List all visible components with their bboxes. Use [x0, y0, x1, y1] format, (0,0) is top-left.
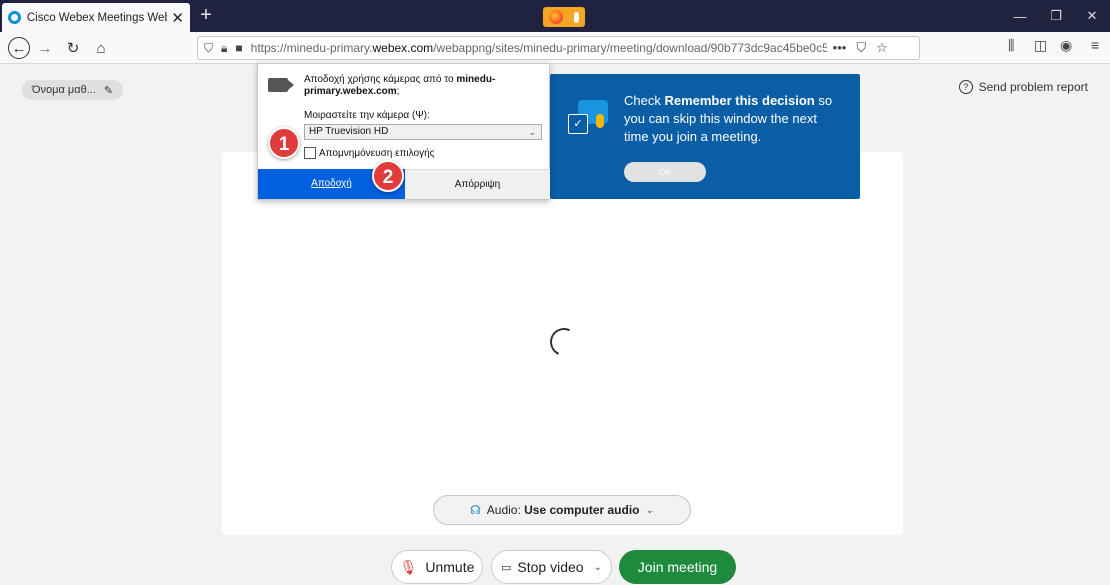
library-icon[interactable]: ⫼ [1008, 37, 1014, 54]
send-problem-report-link[interactable]: ? Send problem report [958, 80, 1088, 94]
join-meeting-button[interactable]: Join meeting [619, 550, 736, 584]
reject-button[interactable]: Απόρριψη [405, 169, 550, 199]
tip-ok-button[interactable]: OK [624, 162, 706, 182]
close-window-button[interactable]: ✕ [1074, 0, 1110, 32]
browser-tab-webex[interactable]: Cisco Webex Meetings Web Ap ✕ [2, 3, 190, 32]
video-camera-icon [268, 78, 288, 92]
video-camera-icon: ▭ [501, 561, 512, 574]
loading-spinner-icon [546, 324, 582, 360]
page-actions-icon[interactable]: ••• [833, 40, 847, 56]
lock-icon[interactable]: 🔒︎ [221, 41, 227, 56]
home-button[interactable]: ⌂ [90, 37, 112, 59]
audio-value: Use computer audio [524, 503, 640, 517]
report-label: Send problem report [978, 80, 1088, 94]
audio-selector[interactable]: ☊ Audio: Use computer audio ⌄ [433, 495, 691, 525]
url-bar[interactable]: ⛉ 🔒︎ ■ https://minedu-primary.webex.com/… [197, 36, 920, 60]
back-button[interactable]: ← [8, 37, 30, 59]
chevron-down-icon: ⌄ [645, 504, 654, 516]
pocket-icon[interactable]: ⛉ [856, 40, 866, 56]
audio-prefix: Audio: [486, 503, 521, 517]
sharing-indicator[interactable] [543, 7, 585, 27]
tab-title: Cisco Webex Meetings Web Ap [26, 11, 168, 24]
menu-icon[interactable]: ≡ [1091, 37, 1099, 53]
new-tab-button[interactable]: + [196, 4, 216, 26]
preview-card: ☊ Audio: Use computer audio ⌄ [222, 152, 903, 535]
camera-selected-value: HP Truevision HD [309, 126, 389, 137]
permission-tip-panel: ✓ Check Remember this decision so you ca… [550, 74, 860, 199]
share-camera-label: Μοιραστείτε την κάμερα (Ψ): [304, 110, 430, 121]
tip-text: Check Remember this decision so you can … [624, 93, 833, 144]
sidebar-icon[interactable]: ◫ [1034, 37, 1047, 54]
chevron-down-icon[interactable]: ⌄ [594, 562, 602, 573]
remember-decision-checkbox[interactable]: Απομνημόνευση επιλογής [304, 147, 434, 159]
bookmark-star-icon[interactable]: ☆ [876, 40, 888, 56]
headset-icon: ☊ [470, 503, 481, 517]
firefox-icon [548, 10, 563, 24]
url-text[interactable]: https://minedu-primary.webex.com/webappn… [251, 41, 827, 55]
forward-button[interactable]: → [34, 37, 56, 59]
pencil-icon[interactable]: ✎ [104, 84, 113, 97]
remember-label: Απομνημόνευση επιλογής [319, 147, 435, 159]
microphone-icon [574, 11, 580, 23]
checkbox-box[interactable] [304, 147, 316, 159]
minimize-button[interactable]: — [1002, 0, 1038, 32]
stop-video-label: Stop video [517, 559, 584, 575]
restore-button[interactable]: ❐ [1038, 0, 1074, 32]
meeting-name-pill[interactable]: Όνομα μαθ... ✎ [22, 80, 124, 100]
webex-favicon-icon [8, 11, 21, 24]
unmute-label: Unmute [425, 559, 475, 575]
shield-icon[interactable]: ⛉ [204, 41, 213, 56]
camera-permission-illustration-icon: ✓ [566, 96, 614, 144]
account-icon[interactable]: ◉ [1060, 37, 1072, 54]
camera-permission-icon[interactable]: ■ [235, 41, 242, 55]
stop-video-button[interactable]: ▭ Stop video ⌄ [491, 550, 612, 584]
unmute-button[interactable]: 🎙︎ Unmute [391, 550, 483, 584]
browser-navbar: ← → ↻ ⌂ ⛉ 🔒︎ ■ https://minedu-primary.we… [0, 32, 1110, 64]
step-badge-1: 1 [268, 127, 300, 159]
browser-titlebar: Cisco Webex Meetings Web Ap ✕ + — ❐ ✕ [0, 0, 1110, 32]
step-badge-2: 2 [372, 160, 404, 192]
meeting-name-text: Όνομα μαθ... [32, 84, 96, 96]
tab-close-icon[interactable]: ✕ [171, 9, 184, 27]
camera-select[interactable]: HP Truevision HD ⌄ [304, 124, 542, 140]
muted-mic-icon: 🎙︎ [399, 558, 418, 575]
reload-button[interactable]: ↻ [62, 37, 84, 59]
join-meeting-label: Join meeting [637, 559, 718, 575]
help-icon: ? [958, 80, 973, 94]
permission-question: Αποδοχή χρήσης κάμερας από το minedu-pri… [304, 74, 496, 97]
chevron-down-icon: ⌄ [528, 127, 536, 137]
